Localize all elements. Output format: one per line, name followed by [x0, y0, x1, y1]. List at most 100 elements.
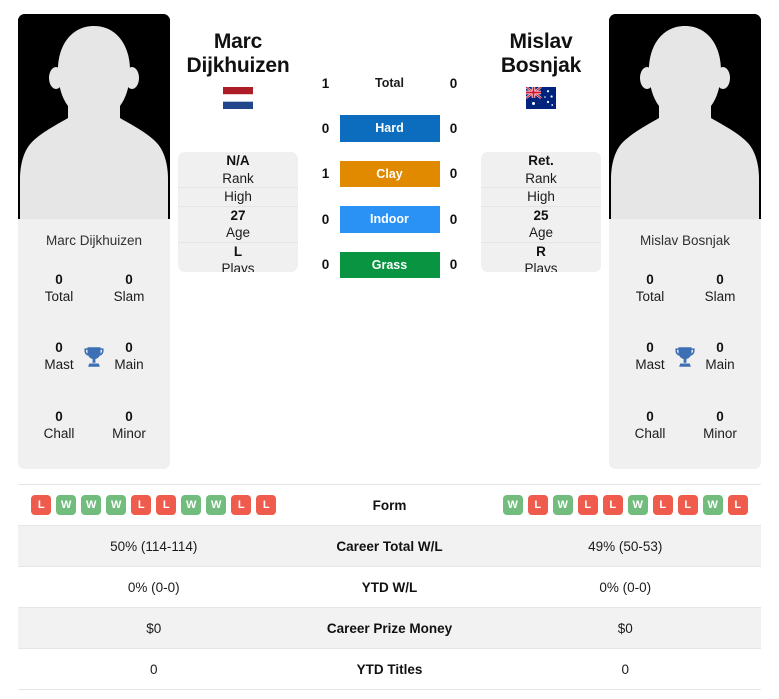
left-player-card-name: Marc Dijkhuizen: [45, 233, 143, 248]
right-player-photo: [609, 14, 761, 219]
form-badge-l: L: [131, 495, 152, 515]
trophy-icon: [672, 344, 698, 370]
right-plays-row: R Plays: [524, 243, 558, 272]
h2h-left-count: 1: [321, 75, 330, 91]
h2h-right-count: 0: [449, 257, 458, 273]
left-player-name-block: Marc Dijkhuizen: [178, 14, 298, 134]
form-badge-w: W: [552, 495, 573, 515]
comparison-top-area: Marc Dijkhuizen 0 Total 0 Slam 0 Mast 0 …: [0, 0, 779, 472]
surface-badge-hard[interactable]: Hard: [339, 115, 440, 142]
right-player-info-card: Ret. Rank High 25 Age R Plays: [481, 152, 601, 272]
left-form-cell: LWWWLLWWLL: [18, 495, 290, 515]
right-form-badges: WLWLLWLLWL: [502, 495, 748, 515]
right-ytd-titles: 0: [621, 661, 629, 677]
right-title-slam: 0 Slam: [704, 271, 736, 305]
left-ytd-wl: 0% (0-0): [127, 579, 180, 595]
form-badge-w: W: [502, 495, 523, 515]
left-title-chall: 0 Chall: [43, 408, 75, 441]
form-badge-l: L: [527, 495, 548, 515]
right-player-photo-card: Mislav Bosnjak 0 Total 0 Slam 0 Mast 0 M…: [609, 14, 761, 469]
left-title-total: 0 Total: [44, 271, 74, 305]
person-silhouette-icon: [18, 14, 170, 219]
left-high-rank-row: High: [178, 188, 298, 207]
h2h-row-total: 1 Total 0: [312, 70, 468, 96]
surface-badge-indoor[interactable]: Indoor: [339, 206, 440, 233]
right-title-chall: 0 Chall: [634, 408, 666, 441]
right-player-titles-card: Mislav Bosnjak 0 Total 0 Slam 0 Mast 0 M…: [609, 219, 761, 469]
right-rank-row: Ret. Rank: [481, 152, 601, 189]
right-high-rank-row: High: [481, 188, 601, 207]
form-badge-w: W: [81, 495, 102, 515]
h2h-left-count: 0: [321, 257, 330, 273]
stats-row-career-total-wl: 50% (114-114) Career Total W/L 49% (50-5…: [18, 526, 761, 567]
form-badge-l: L: [231, 495, 252, 515]
left-player-info-column: Marc Dijkhuizen N/A Rank High 27 Age L P…: [178, 14, 298, 272]
person-silhouette-icon: [609, 14, 761, 219]
form-badge-l: L: [577, 495, 598, 515]
surface-badge-clay[interactable]: Clay: [339, 160, 440, 188]
h2h-right-count: 0: [449, 166, 458, 182]
form-badge-w: W: [206, 495, 227, 515]
stats-label-ytd-wl: YTD W/L: [361, 579, 418, 595]
left-title-minor: 0 Minor: [112, 408, 146, 441]
stats-row-form: LWWWLLWWLL Form WLWLLWLLWL: [18, 485, 761, 526]
left-player-photo-card: Marc Dijkhuizen 0 Total 0 Slam 0 Mast 0 …: [18, 14, 170, 469]
h2h-left-count: 1: [321, 166, 330, 182]
right-player-name: Mislav Bosnjak: [500, 30, 582, 78]
form-badge-w: W: [702, 495, 723, 515]
form-badge-l: L: [677, 495, 698, 515]
form-badge-w: W: [56, 495, 77, 515]
right-age-row: 25 Age: [481, 207, 601, 243]
stats-row-ytd-wl: 0% (0-0) YTD W/L 0% (0-0): [18, 567, 761, 608]
stats-label-career-total-wl: Career Total W/L: [336, 538, 443, 554]
stats-row-career-prize-money: $0 Career Prize Money $0: [18, 608, 761, 649]
h2h-row-indoor: 0 Indoor 0: [312, 206, 468, 233]
left-career-prize-money: $0: [146, 620, 162, 636]
h2h-row-hard: 0 Hard 0: [312, 115, 468, 142]
h2h-left-count: 0: [321, 211, 330, 227]
right-player-card-name: Mislav Bosnjak: [639, 233, 731, 248]
left-player-column: Marc Dijkhuizen 0 Total 0 Slam 0 Mast 0 …: [18, 14, 170, 469]
left-form-badges: LWWWLLWWLL: [31, 495, 277, 515]
right-titles-grid: 0 Total 0 Slam 0 Mast 0 Main 0 Chall 0 M…: [615, 254, 755, 459]
comparison-stats-table: LWWWLLWWLL Form WLWLLWLLWL 50% (114-114)…: [18, 484, 761, 690]
left-player-titles-card: Marc Dijkhuizen 0 Total 0 Slam 0 Mast 0 …: [18, 219, 170, 469]
flag-australia-icon: [526, 87, 556, 110]
form-badge-l: L: [256, 495, 277, 515]
stats-row-ytd-titles: 0 YTD Titles 0: [18, 649, 761, 690]
right-ytd-wl: 0% (0-0): [599, 579, 652, 595]
h2h-row-grass: 0 Grass 0: [312, 251, 468, 278]
right-title-minor: 0 Minor: [703, 408, 737, 441]
form-badge-l: L: [727, 495, 748, 515]
left-player-name: Marc Dijkhuizen: [186, 30, 290, 78]
left-ytd-titles: 0: [149, 661, 158, 677]
trophy-icon: [81, 344, 107, 370]
left-player-photo: [18, 14, 170, 219]
left-titles-grid: 0 Total 0 Slam 0 Mast 0 Main 0 Chall 0 M…: [24, 254, 164, 459]
right-player-info-column: Mislav Bosnjak Ret. Rank High 25 Age R P…: [481, 14, 601, 272]
h2h-label-total: Total: [375, 76, 404, 90]
form-badge-l: L: [602, 495, 623, 515]
surface-badge-grass[interactable]: Grass: [339, 251, 440, 278]
form-badge-w: W: [627, 495, 648, 515]
form-badge-l: L: [31, 495, 52, 515]
right-player-column: Mislav Bosnjak 0 Total 0 Slam 0 Mast 0 M…: [609, 14, 761, 469]
stats-label-form: Form: [372, 497, 407, 513]
form-badge-w: W: [106, 495, 127, 515]
player-comparison-page: Marc Dijkhuizen 0 Total 0 Slam 0 Mast 0 …: [0, 0, 779, 699]
flag-netherlands-icon: [223, 87, 253, 110]
left-player-info-card: N/A Rank High 27 Age L Plays: [178, 152, 298, 272]
h2h-row-clay: 1 Clay 0: [312, 160, 468, 188]
right-player-name-block: Mislav Bosnjak: [481, 14, 601, 134]
left-rank-row: N/A Rank: [178, 152, 298, 189]
right-form-cell: WLWLLWLLWL: [490, 495, 762, 515]
right-title-total: 0 Total: [635, 271, 665, 305]
right-career-total-wl: 49% (50-53): [588, 538, 663, 554]
left-career-total-wl: 50% (114-114): [110, 538, 198, 554]
h2h-right-count: 0: [449, 121, 458, 137]
left-title-slam: 0 Slam: [113, 271, 145, 305]
left-age-row: 27 Age: [178, 207, 298, 243]
right-career-prize-money: $0: [617, 620, 633, 636]
stats-label-ytd-titles: YTD Titles: [356, 661, 423, 677]
h2h-right-count: 0: [449, 75, 458, 91]
